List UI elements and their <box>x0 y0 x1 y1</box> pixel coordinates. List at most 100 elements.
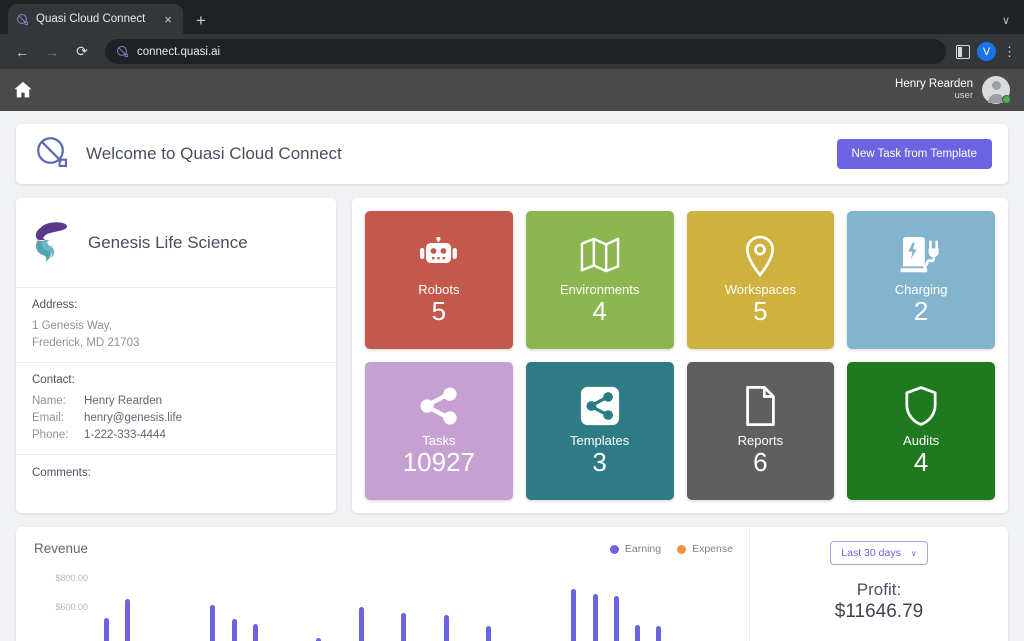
chart-bar[interactable] <box>635 625 640 641</box>
browser-menu-icon[interactable]: ⋮ <box>1003 45 1013 58</box>
chart-bar[interactable] <box>232 619 237 641</box>
contact-section: Contact: Name: Henry Rearden Email: henr… <box>16 362 336 454</box>
welcome-banner: Welcome to Quasi Cloud Connect New Task … <box>16 124 1008 184</box>
site-icon <box>116 45 129 58</box>
address-line-2: Frederick, MD 21703 <box>32 335 320 352</box>
legend-color-swatch <box>677 545 686 554</box>
tile-environments[interactable]: Environments 4 <box>526 211 674 349</box>
side-panel-icon[interactable] <box>956 45 970 59</box>
chart-bar[interactable] <box>656 626 661 641</box>
welcome-left: Welcome to Quasi Cloud Connect <box>34 134 342 175</box>
map-pin-icon <box>743 233 777 277</box>
chart-bar[interactable] <box>210 605 215 641</box>
genesis-logo-icon <box>32 217 74 268</box>
close-icon[interactable]: × <box>161 13 175 26</box>
browser-toolbar: ← → ⟳ connect.quasi.ai V ⋮ <box>0 34 1024 69</box>
chart-bar[interactable] <box>401 613 406 641</box>
tile-label: Audits <box>903 433 939 448</box>
tile-label: Tasks <box>422 433 455 448</box>
chart-bar-slot <box>117 569 138 641</box>
revenue-chart-panel: Revenue Earning Expense <box>16 527 750 641</box>
tile-audits[interactable]: Audits 4 <box>847 362 995 500</box>
home-icon[interactable] <box>12 79 34 101</box>
tile-templates[interactable]: Templates 3 <box>526 362 674 500</box>
ev-charger-icon <box>899 233 943 277</box>
contact-row: Email: henry@genesis.life <box>32 410 320 427</box>
chart-bar[interactable] <box>253 624 258 641</box>
chart-bar-slot <box>223 569 244 641</box>
robot-icon <box>417 233 461 277</box>
date-range-select[interactable]: Last 30 days ∨ <box>830 541 927 565</box>
chart-bar[interactable] <box>614 596 619 641</box>
chart-bar[interactable] <box>104 618 109 641</box>
page-title: Welcome to Quasi Cloud Connect <box>86 144 342 164</box>
comments-label: Comments: <box>32 467 320 479</box>
chart-bar[interactable] <box>359 607 364 641</box>
legend-item-earning[interactable]: Earning <box>610 543 661 555</box>
quasi-logo-icon <box>16 13 29 26</box>
tile-value: 4 <box>914 448 928 478</box>
date-range-value: Last 30 days <box>841 547 901 559</box>
avatar[interactable] <box>982 76 1010 104</box>
legend-label: Expense <box>692 543 733 555</box>
legend-color-swatch <box>610 545 619 554</box>
chart-bar[interactable] <box>125 599 130 641</box>
chart-bar-slot <box>521 569 542 641</box>
tile-value: 4 <box>592 297 606 327</box>
chart-bar-slot <box>372 569 393 641</box>
back-button[interactable]: ← <box>9 39 35 65</box>
chevron-down-icon[interactable]: ∨ <box>1002 14 1010 27</box>
chart-bar-slot <box>202 569 223 641</box>
revenue-card: Revenue Earning Expense <box>16 527 1008 641</box>
new-task-from-template-button[interactable]: New Task from Template <box>837 139 992 169</box>
company-card: Genesis Life Science Address: 1 Genesis … <box>16 198 336 513</box>
tile-workspaces[interactable]: Workspaces 5 <box>687 211 835 349</box>
forward-button[interactable]: → <box>39 39 65 65</box>
shield-icon <box>904 384 938 428</box>
tile-tasks[interactable]: Tasks 10927 <box>365 362 513 500</box>
chart-bar-slot <box>691 569 712 641</box>
document-icon <box>744 384 777 428</box>
chart-bar-slot <box>627 569 648 641</box>
chart-bars <box>96 569 733 641</box>
online-status-dot <box>1002 95 1011 104</box>
address-section: Address: 1 Genesis Way, Frederick, MD 21… <box>16 287 336 362</box>
chart-bar-slot <box>160 569 181 641</box>
legend-item-expense[interactable]: Expense <box>677 543 733 555</box>
browser-tab[interactable]: Quasi Cloud Connect × <box>8 4 183 34</box>
tile-label: Environments <box>560 282 639 297</box>
tile-value: 10927 <box>403 448 475 478</box>
chart-bar[interactable] <box>571 589 576 641</box>
tile-value: 2 <box>914 297 928 327</box>
user-role: user <box>895 91 973 102</box>
contact-value: 1-222-333-4444 <box>84 427 166 444</box>
chart-bar[interactable] <box>486 626 491 641</box>
tile-robots[interactable]: Robots 5 <box>365 211 513 349</box>
stats-tiles: Robots 5 Environments <box>365 211 995 500</box>
chart-bar[interactable] <box>593 594 598 641</box>
chart-bar-slot <box>499 569 520 641</box>
y-axis-labels: $800.00 $600.00 <box>34 569 92 641</box>
chart-bar-slot <box>606 569 627 641</box>
revenue-chart-plot: $800.00 $600.00 <box>34 569 733 641</box>
chart-bar-slot <box>669 569 690 641</box>
tile-reports[interactable]: Reports 6 <box>687 362 835 500</box>
new-tab-button[interactable]: + <box>196 12 206 29</box>
chart-bar-slot <box>542 569 563 641</box>
chart-bar-slot <box>330 569 351 641</box>
reload-button[interactable]: ⟳ <box>69 39 95 65</box>
comments-section: Comments: <box>16 454 336 499</box>
chart-bar-slot <box>96 569 117 641</box>
url-text: connect.quasi.ai <box>137 46 220 58</box>
address-bar[interactable]: connect.quasi.ai <box>105 39 946 64</box>
contact-key: Name: <box>32 393 84 410</box>
chevron-down-icon: ∨ <box>911 549 917 558</box>
contact-key: Phone: <box>32 427 84 444</box>
tile-charging[interactable]: Charging 2 <box>847 211 995 349</box>
profit-value: $11646.79 <box>766 600 992 624</box>
user-menu[interactable]: Henry Rearden user <box>895 76 1010 104</box>
chart-bar[interactable] <box>444 615 449 641</box>
company-name: Genesis Life Science <box>88 233 248 253</box>
user-text: Henry Rearden user <box>895 78 973 102</box>
profile-avatar[interactable]: V <box>977 42 996 61</box>
